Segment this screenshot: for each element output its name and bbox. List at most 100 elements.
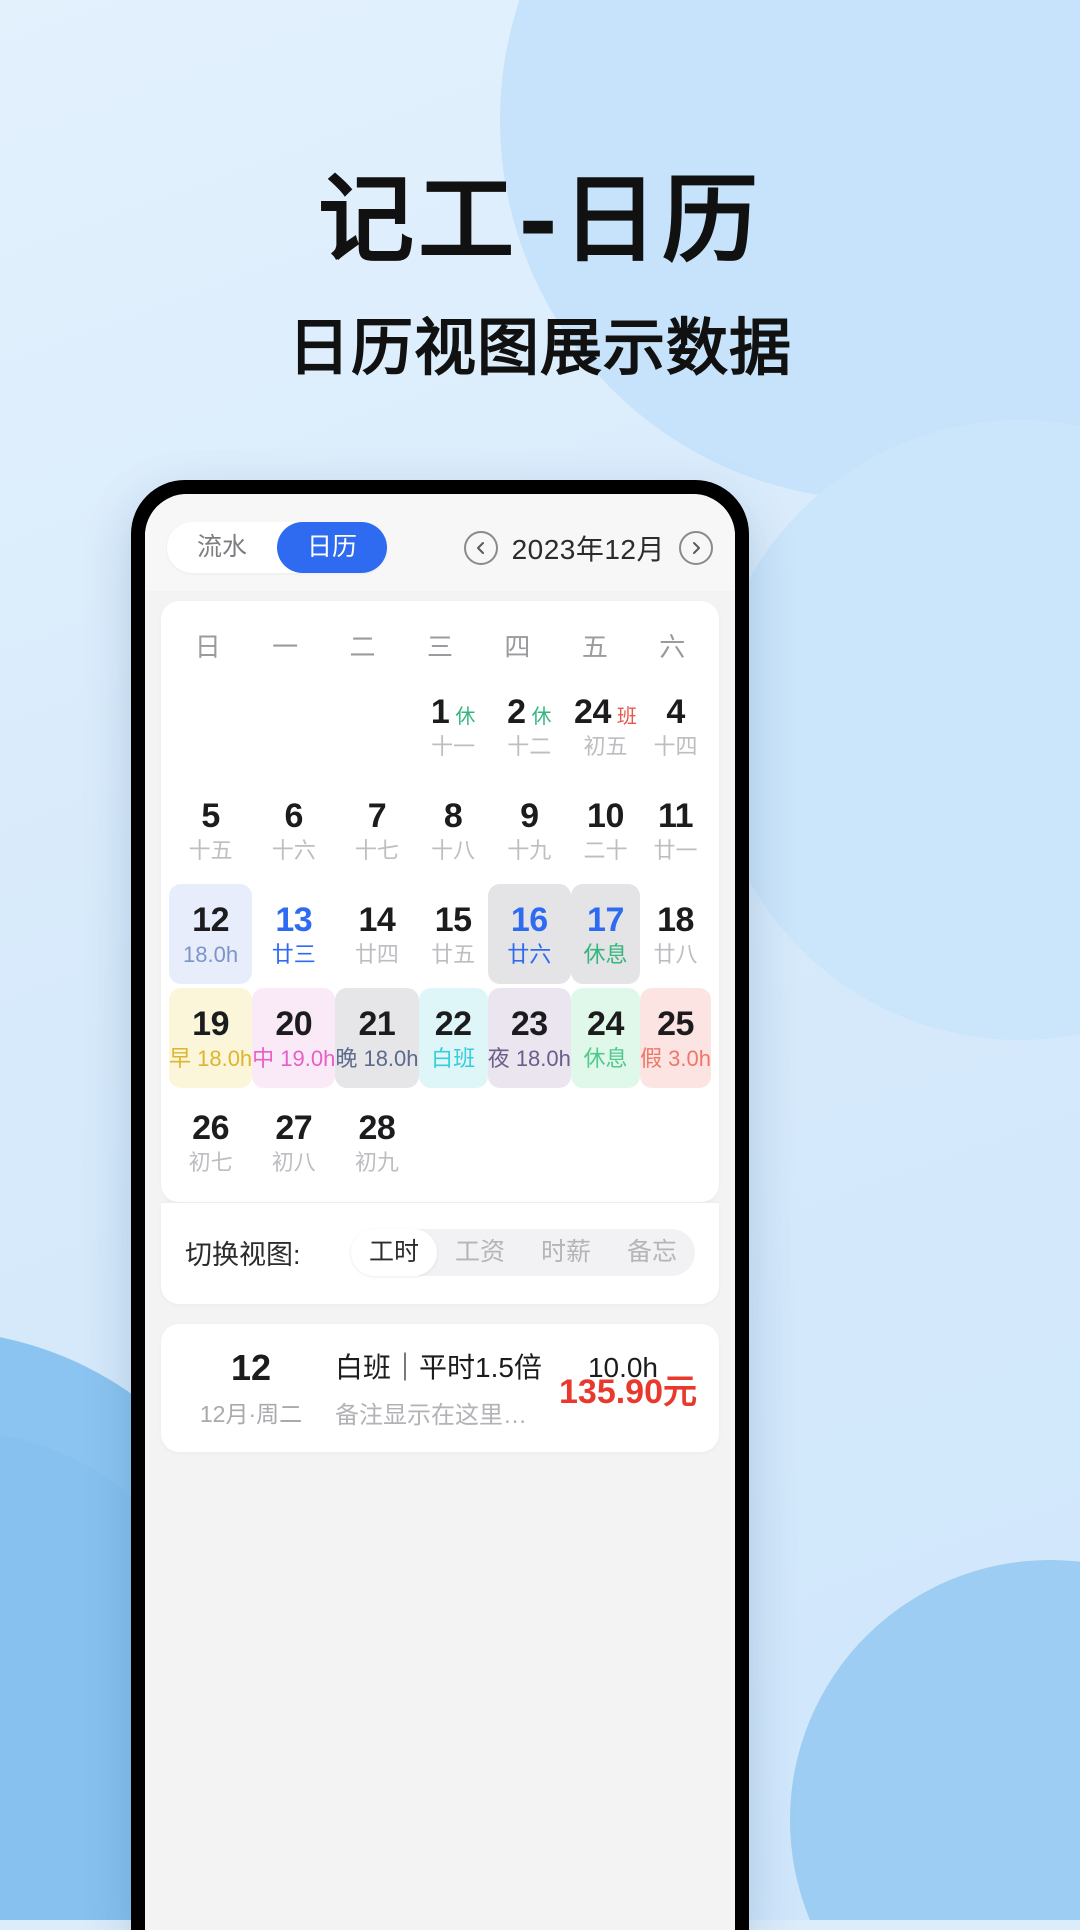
chevron-left-icon[interactable] xyxy=(463,530,498,565)
calendar-day-grid[interactable]: 1 休十一 2 休十二 24 班初五 4 十四 5 十五 6 十六 7 十七 8 十八 9 十九 10 二十 11 廿一 1… xyxy=(161,674,719,1202)
view-mode-segmented-control[interactable]: 流水 日历 xyxy=(167,522,388,573)
calendar-day-cell[interactable]: 28 初九 xyxy=(335,1092,418,1192)
calendar-day-sublabel: 十八 xyxy=(431,837,476,863)
switch-view-option[interactable]: 时薪 xyxy=(523,1229,609,1276)
calendar-day-sublabel: 廿三 xyxy=(271,941,316,967)
detail-primary-line: 白班｜平时1.5倍 10.0h xyxy=(335,1346,658,1386)
weekday-label: 日 xyxy=(194,632,221,662)
calendar-day-cell[interactable]: 23 夜 18.0h xyxy=(487,988,571,1088)
selected-day-detail-card[interactable]: 12 12月·周二 白班｜平时1.5倍 10.0h 备注显示在这里，最多一行..… xyxy=(161,1324,719,1452)
weekday-label: 四 xyxy=(504,632,531,662)
calendar-day-cell[interactable]: 2 休十二 xyxy=(488,676,571,776)
calendar-day-top: 28 xyxy=(359,1111,396,1145)
calendar-day-top: 6 xyxy=(284,796,304,835)
calendar-day-sublabel: 廿四 xyxy=(354,941,399,967)
calendar-day-cell[interactable]: 20 中 19.0h xyxy=(252,988,336,1088)
calendar-day-top: 5 xyxy=(201,799,220,833)
calendar-day-sublabel: 早 18.0h xyxy=(169,1045,253,1071)
switch-view-option[interactable]: 工资 xyxy=(437,1229,523,1276)
calendar-day-cell[interactable]: 16 廿六 xyxy=(487,884,571,984)
calendar-day-number: 15 xyxy=(434,900,472,939)
calendar-day-cell[interactable]: 21 晚 18.0h xyxy=(335,988,419,1088)
calendar-day-cell[interactable]: 1 休十一 xyxy=(419,676,488,776)
calendar-day-number: 24 xyxy=(574,692,611,731)
calendar-day-cell[interactable]: 13 廿三 xyxy=(252,884,335,984)
calendar-day-number: 10 xyxy=(587,796,624,835)
calendar-day-top: 1休 xyxy=(431,695,475,729)
calendar-card: 日一二三四五六 1 休十一 2 休十二 24 班初五 4 十四 5 十五 6 十六 7 十七 8 十八 9 十九 1… xyxy=(161,601,719,1202)
tab-liushui[interactable]: 流水 xyxy=(167,522,277,573)
chevron-right-icon[interactable] xyxy=(679,530,713,565)
calendar-day-cell[interactable]: 9 十九 xyxy=(488,780,571,880)
calendar-day-number: 22 xyxy=(434,1004,472,1043)
calendar-day-sublabel: 初八 xyxy=(271,1149,316,1175)
switch-view-option[interactable]: 工时 xyxy=(350,1229,437,1276)
calendar-day-cell[interactable]: 25 假 3.0h xyxy=(640,988,711,1088)
calendar-day-number: 7 xyxy=(367,796,387,835)
calendar-day-cell[interactable]: 8 十八 xyxy=(419,780,488,880)
calendar-day-sublabel: 休息 xyxy=(583,941,628,967)
detail-note-text: 备注显示在这里，最多一行... xyxy=(335,1402,543,1429)
calendar-day-sublabel: 廿八 xyxy=(653,941,698,967)
calendar-day-top: 25 xyxy=(657,1007,694,1041)
detail-month-weekday: 12月·周二 xyxy=(199,1400,303,1427)
calendar-day-number: 24 xyxy=(587,1004,624,1043)
calendar-day-top: 23 xyxy=(511,1007,548,1041)
calendar-day-cell[interactable]: 24 班初五 xyxy=(571,676,640,776)
calendar-day-top: 9 xyxy=(520,796,539,835)
calendar-day-cell[interactable]: 18 廿八 xyxy=(640,884,711,984)
calendar-day-sublabel: 白班 xyxy=(431,1045,476,1071)
calendar-day-cell[interactable]: 6 十六 xyxy=(252,780,335,880)
calendar-day-cell[interactable]: 27 初八 xyxy=(252,1092,335,1192)
calendar-day-cell[interactable]: 26 初七 xyxy=(169,1092,252,1192)
calendar-day-sublabel: 晚 18.0h xyxy=(335,1045,419,1071)
weekday-label: 二 xyxy=(349,632,376,662)
calendar-day-number: 12 xyxy=(192,900,229,939)
calendar-day-sublabel: 十七 xyxy=(354,837,399,863)
calendar-day-top: 16 xyxy=(511,903,548,937)
app-topbar: 流水 日历 2023年12月 xyxy=(145,494,735,591)
calendar-day-sublabel: 十一 xyxy=(431,733,476,759)
calendar-day-top: 10 xyxy=(587,799,624,833)
calendar-day-number: 4 xyxy=(666,692,685,731)
calendar-day-sublabel: 十四 xyxy=(653,733,698,759)
tab-rili[interactable]: 日历 xyxy=(277,522,388,573)
calendar-day-cell[interactable]: 10 二十 xyxy=(571,780,640,880)
calendar-day-top: 17 xyxy=(587,903,624,937)
calendar-day-sublabel: 初九 xyxy=(354,1149,399,1175)
calendar-day-top: 18 xyxy=(657,903,694,937)
switch-view-option[interactable]: 备忘 xyxy=(609,1229,695,1276)
calendar-day-cell[interactable]: 24 休息 xyxy=(570,988,641,1088)
calendar-day-cell[interactable]: 22 白班 xyxy=(418,988,488,1088)
calendar-day-cell[interactable]: 11 廿一 xyxy=(640,780,711,880)
switch-view-segmented-control[interactable]: 工时 工资 时薪 备忘 xyxy=(350,1229,695,1276)
detail-amount-value: 135.90元 xyxy=(559,1372,697,1411)
calendar-day-number: 25 xyxy=(657,1004,694,1043)
month-label: 2023年12月 xyxy=(511,533,665,565)
calendar-day-top: 12 xyxy=(192,903,229,937)
detail-day-number: 12 xyxy=(230,1347,272,1389)
calendar-day-top: 8 xyxy=(443,796,463,835)
calendar-day-sublabel: 二十 xyxy=(583,837,628,863)
calendar-day-sublabel: 十二 xyxy=(507,733,552,759)
weekday-label: 六 xyxy=(659,632,686,662)
calendar-day-cell[interactable]: 4 十四 xyxy=(640,676,711,776)
calendar-day-number: 8 xyxy=(443,796,463,835)
calendar-day-sublabel: 廿五 xyxy=(431,941,476,967)
switch-view-label: 切换视图: xyxy=(185,1240,301,1270)
calendar-day-top: 27 xyxy=(275,1111,312,1145)
calendar-day-flag: 休 xyxy=(455,705,476,728)
calendar-day-cell[interactable]: 5 十五 xyxy=(169,780,252,880)
calendar-day-cell[interactable]: 19 早 18.0h xyxy=(169,988,253,1088)
calendar-day-top: 7 xyxy=(367,796,387,835)
calendar-day-cell[interactable]: 15 廿五 xyxy=(419,884,488,984)
calendar-day-cell[interactable]: 7 十七 xyxy=(335,780,418,880)
calendar-day-number: 26 xyxy=(192,1108,229,1147)
calendar-day-cell[interactable]: 17 休息 xyxy=(570,884,641,984)
calendar-day-number: 6 xyxy=(284,796,304,835)
phone-screen: 流水 日历 2023年12月 日一二三四五六 1 休十一 2 休十二 24 班初五 4 十四 5… xyxy=(145,494,735,1930)
calendar-day-cell[interactable]: 14 廿四 xyxy=(335,884,418,984)
calendar-day-number: 9 xyxy=(520,796,539,835)
calendar-day-cell[interactable]: 12 18.0h xyxy=(169,884,253,984)
calendar-day-number: 11 xyxy=(658,796,693,835)
